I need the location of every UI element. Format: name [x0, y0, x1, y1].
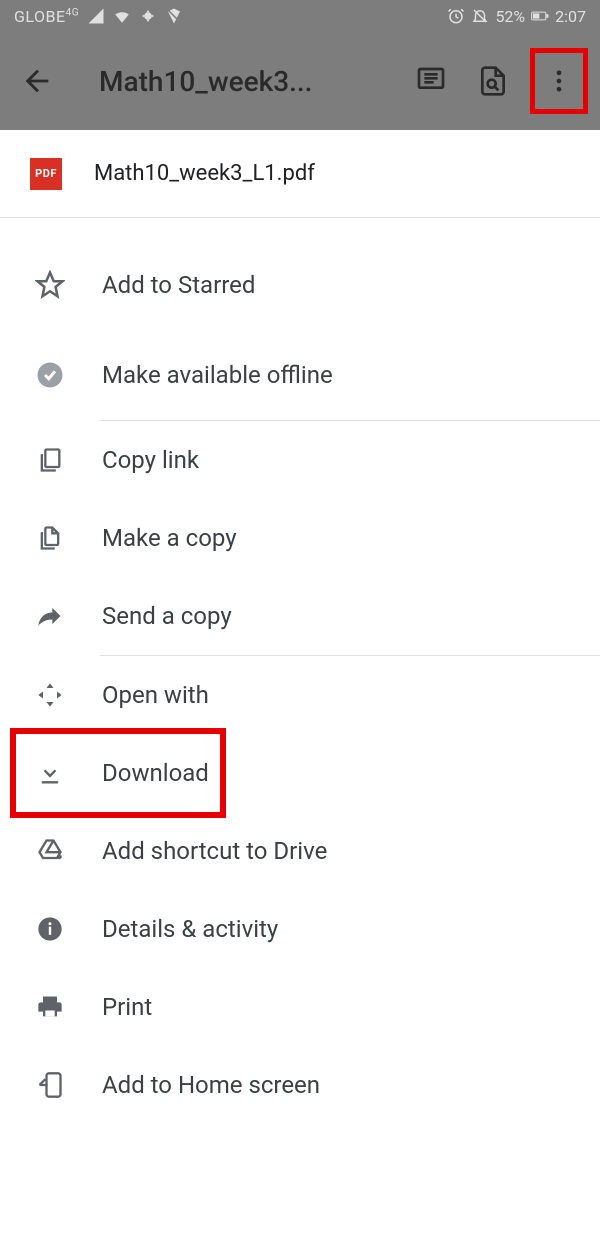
menu-item-offline[interactable]: Make available offline — [0, 330, 600, 420]
options-menu: Add to Starred Make available offline Co… — [0, 218, 600, 1124]
menu-item-copylink[interactable]: Copy link — [0, 421, 600, 499]
make-copy-icon — [34, 522, 66, 554]
file-name-label: Math10_week3_L1.pdf — [94, 161, 315, 186]
star-icon — [34, 269, 66, 301]
drive-shortcut-icon — [34, 835, 66, 867]
more-button[interactable] — [539, 56, 579, 106]
menu-item-openwith[interactable]: Open with — [0, 656, 600, 734]
copy-link-icon — [34, 444, 66, 476]
clock-label: 2:07 — [555, 7, 586, 26]
battery-icon — [531, 7, 549, 25]
menu-label: Add to Home screen — [102, 1071, 320, 1099]
more-button-highlight — [530, 48, 588, 114]
menu-label: Make available offline — [102, 361, 333, 389]
info-icon — [34, 913, 66, 945]
menu-label: Open with — [102, 681, 209, 709]
menu-item-shortcut[interactable]: Add shortcut to Drive — [0, 812, 600, 890]
menu-label: Download — [102, 759, 209, 787]
app-bar: Math10_week3... — [0, 32, 600, 130]
alarm-icon — [447, 7, 465, 25]
send-icon — [34, 600, 66, 632]
eye-icon — [139, 7, 157, 25]
carrier-label: GLOBE4G — [14, 7, 79, 26]
download-icon — [34, 757, 66, 789]
menu-item-print[interactable]: Print — [0, 968, 600, 1046]
print-icon — [34, 991, 66, 1023]
menu-item-details[interactable]: Details & activity — [0, 890, 600, 968]
location-off-icon — [165, 7, 183, 25]
comments-button[interactable] — [406, 56, 456, 106]
find-in-page-button[interactable] — [468, 56, 518, 106]
menu-label: Print — [102, 993, 152, 1021]
dnd-icon — [471, 7, 489, 25]
menu-label: Add to Starred — [102, 271, 255, 299]
menu-label: Details & activity — [102, 915, 278, 943]
menu-item-download[interactable]: Download — [0, 734, 600, 812]
menu-item-starred[interactable]: Add to Starred — [0, 240, 600, 330]
signal-icon — [87, 7, 105, 25]
menu-label: Add shortcut to Drive — [102, 837, 327, 865]
open-with-icon — [34, 679, 66, 711]
pdf-icon: PDF — [30, 158, 62, 190]
back-button[interactable] — [12, 56, 62, 106]
battery-percent: 52% — [495, 7, 525, 26]
offline-icon — [34, 359, 66, 391]
menu-label: Copy link — [102, 446, 199, 474]
menu-item-homescreen[interactable]: Add to Home screen — [0, 1046, 600, 1124]
menu-item-sendcopy[interactable]: Send a copy — [0, 577, 600, 655]
wifi-icon — [113, 7, 131, 25]
page-title: Math10_week3... — [99, 65, 394, 98]
home-screen-icon — [34, 1069, 66, 1101]
status-bar: GLOBE4G 52% 2:07 — [0, 0, 600, 32]
file-header: PDF Math10_week3_L1.pdf — [0, 130, 600, 218]
menu-label: Send a copy — [102, 602, 232, 630]
menu-item-makecopy[interactable]: Make a copy — [0, 499, 600, 577]
menu-label: Make a copy — [102, 524, 237, 552]
